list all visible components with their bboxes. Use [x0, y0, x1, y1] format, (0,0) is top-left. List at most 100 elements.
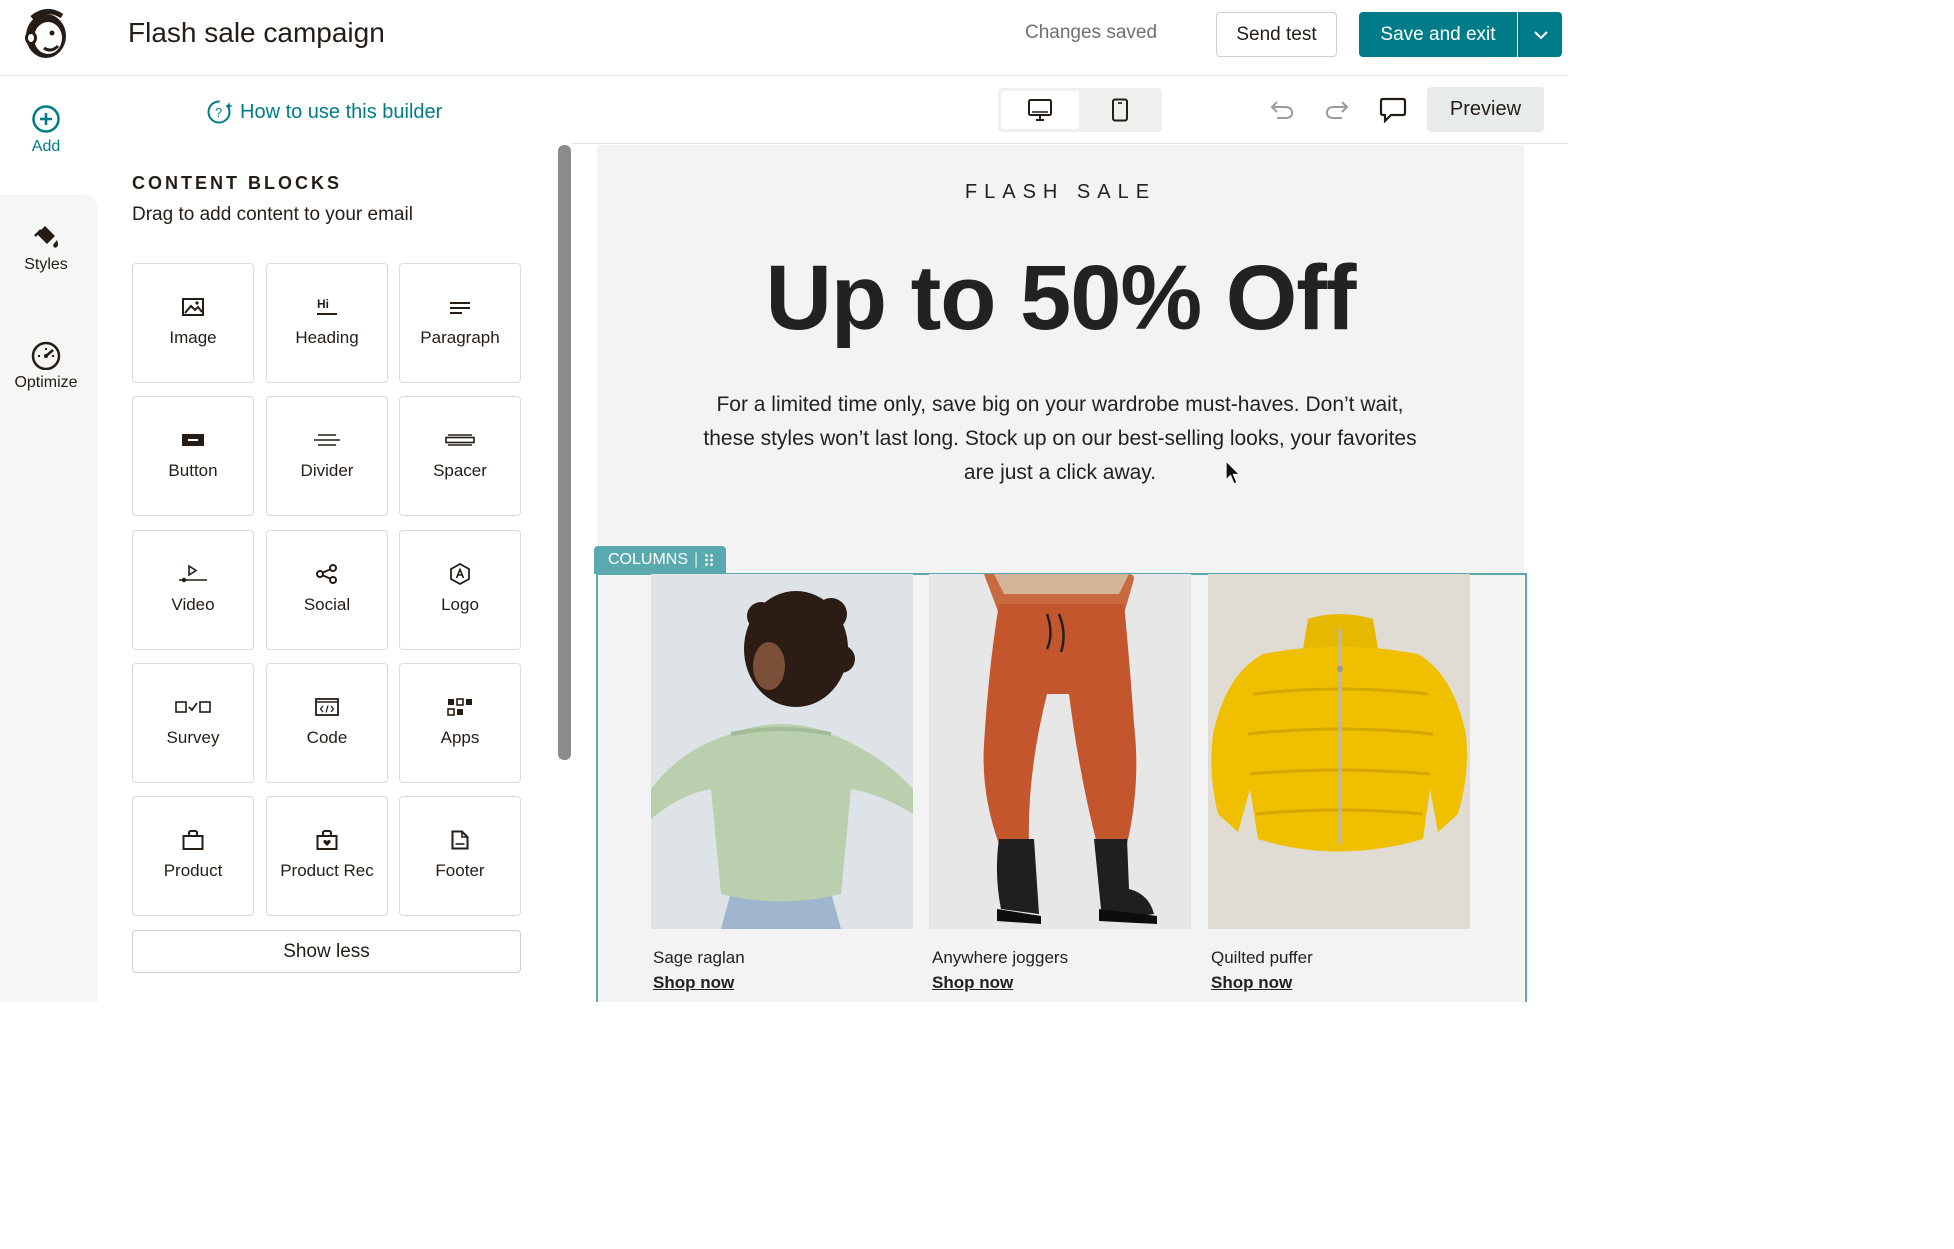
show-less-button[interactable]: Show less [132, 930, 521, 973]
columns-block-tag[interactable]: COLUMNS | [594, 546, 726, 574]
rail-background [0, 195, 98, 1002]
content-blocks-subtitle: Drag to add content to your email [132, 204, 413, 225]
preview-button[interactable]: Preview [1427, 87, 1544, 132]
product-image-quilted-puffer[interactable] [1208, 574, 1470, 929]
block-image[interactable]: Image [132, 263, 254, 383]
mailchimp-logo-icon[interactable] [18, 4, 74, 62]
how-to-use-link[interactable]: ? How to use this builder [206, 98, 442, 126]
block-label: Spacer [433, 461, 487, 480]
block-survey[interactable]: Survey [132, 663, 254, 783]
chevron-down-icon [1533, 30, 1548, 39]
shop-now-link[interactable]: Shop now [932, 973, 1013, 993]
block-product[interactable]: Product [132, 796, 254, 916]
email-body-text[interactable]: For a limited time only, save big on you… [690, 388, 1430, 490]
share-icon [316, 564, 337, 584]
block-spacer[interactable]: Spacer [399, 396, 521, 516]
help-sparkle-icon: ? [207, 100, 233, 124]
image-icon [182, 298, 204, 316]
block-label: Survey [166, 728, 220, 747]
code-icon [315, 698, 339, 716]
block-heading[interactable]: Hi Heading [266, 263, 388, 383]
block-product-rec[interactable]: Product Rec [266, 796, 388, 916]
rail-item-label: Add [31, 138, 61, 155]
divider-icon [314, 434, 340, 446]
save-options-dropdown[interactable] [1518, 12, 1562, 57]
device-toggle [998, 88, 1162, 132]
panel-scrollbar[interactable] [558, 145, 571, 760]
content-blocks-grid: Image Hi Heading Paragraph Button Divide… [132, 263, 522, 918]
block-label: Logo [441, 595, 479, 614]
block-label: Heading [295, 328, 359, 347]
undo-button[interactable] [1267, 96, 1297, 124]
redo-button[interactable] [1322, 96, 1352, 124]
video-icon [179, 564, 207, 583]
heading-icon: Hi [317, 297, 337, 315]
send-test-button[interactable]: Send test [1216, 12, 1337, 57]
logo-icon [450, 563, 470, 585]
product-image-sage-raglan[interactable] [651, 574, 913, 929]
columns-tag-label: COLUMNS [608, 551, 689, 568]
block-label: Paragraph [420, 328, 500, 347]
shopping-bag-icon [182, 830, 204, 850]
save-and-exit-button[interactable]: Save and exit [1359, 12, 1517, 57]
button-icon [182, 434, 204, 446]
block-apps[interactable]: Apps [399, 663, 521, 783]
block-logo[interactable]: Logo [399, 530, 521, 650]
product-name[interactable]: Sage raglan [653, 948, 745, 968]
block-footer[interactable]: Footer [399, 796, 521, 916]
block-video[interactable]: Video [132, 530, 254, 650]
top-bar: Flash sale campaign Changes saved Send t… [0, 0, 1568, 76]
content-blocks-title: CONTENT BLOCKS [132, 173, 342, 193]
product-image-anywhere-joggers[interactable] [929, 574, 1191, 929]
block-label: Divider [300, 461, 354, 480]
rail-item-add[interactable]: Add [0, 104, 92, 156]
desktop-view-button[interactable] [1001, 91, 1079, 129]
block-code[interactable]: Code [266, 663, 388, 783]
survey-icon [175, 701, 211, 713]
paint-bucket-icon [34, 226, 58, 248]
block-label: Social [303, 595, 351, 614]
block-social[interactable]: Social [266, 530, 388, 650]
how-to-use-label: How to use this builder [240, 100, 443, 123]
block-paragraph[interactable]: Paragraph [399, 263, 521, 383]
shop-now-link[interactable]: Shop now [1211, 973, 1292, 993]
comments-button[interactable] [1378, 96, 1408, 124]
rail-item-styles[interactable]: Styles [0, 222, 92, 274]
email-headline[interactable]: Up to 50% Off [597, 246, 1524, 351]
campaign-title[interactable]: Flash sale campaign [128, 17, 385, 49]
rail-item-label: Optimize [14, 374, 78, 391]
block-label: Product Rec [280, 861, 374, 880]
block-label: Code [306, 728, 348, 747]
desktop-icon [1028, 99, 1052, 121]
block-label: Apps [440, 728, 480, 747]
block-label: Footer [435, 861, 485, 880]
email-eyebrow-text[interactable]: FLASH SALE [597, 181, 1524, 204]
apps-icon [447, 698, 472, 716]
product-name[interactable]: Quilted puffer [1211, 948, 1313, 968]
paragraph-icon [450, 302, 470, 314]
drag-handle-icon[interactable] [704, 553, 714, 567]
block-label: Image [169, 328, 217, 347]
rail-item-optimize[interactable]: Optimize [0, 340, 92, 392]
block-label: Video [171, 595, 215, 614]
mobile-view-button[interactable] [1081, 91, 1159, 129]
save-status: Changes saved [1025, 22, 1158, 43]
redo-icon [1325, 101, 1349, 119]
tag-separator: | [694, 551, 699, 568]
rail-item-label: Styles [24, 256, 68, 273]
spacer-icon [445, 434, 475, 446]
mouse-cursor-icon [1225, 459, 1241, 491]
document-icon [451, 830, 469, 850]
block-label: Product [163, 861, 223, 880]
heading-icon-text: Hi [317, 297, 329, 311]
block-button[interactable]: Button [132, 396, 254, 516]
gauge-icon [31, 341, 61, 370]
mobile-icon [1112, 98, 1128, 122]
product-name[interactable]: Anywhere joggers [932, 948, 1068, 968]
product-rec-icon [316, 830, 338, 850]
block-label: Button [168, 461, 218, 480]
svg-text:?: ? [215, 105, 222, 120]
undo-icon [1270, 101, 1294, 119]
block-divider[interactable]: Divider [266, 396, 388, 516]
shop-now-link[interactable]: Shop now [653, 973, 734, 993]
